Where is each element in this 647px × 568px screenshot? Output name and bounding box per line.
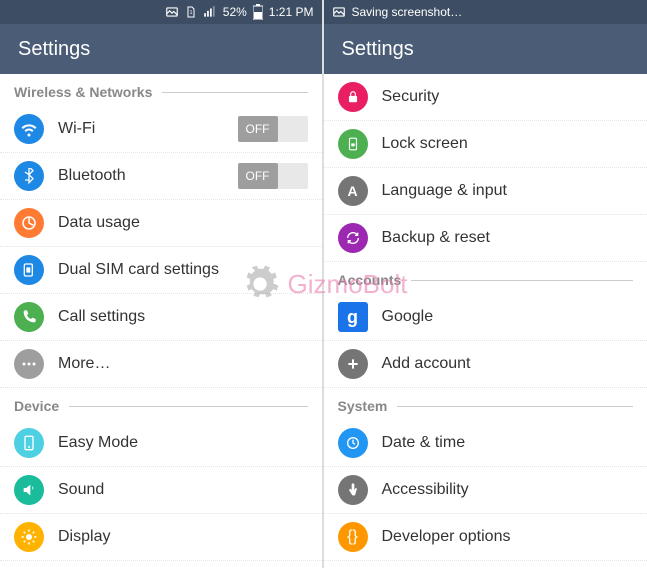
bluetooth-label: Bluetooth — [58, 167, 224, 185]
wifi-toggle[interactable]: OFF — [238, 116, 308, 142]
section-wireless-networks: Wireless & Networks — [0, 74, 322, 106]
row-add-account[interactable]: Add account — [324, 341, 647, 388]
easy-mode-icon — [14, 428, 44, 458]
row-bluetooth[interactable]: Bluetooth OFF — [0, 153, 322, 200]
hand-icon — [338, 475, 368, 505]
wifi-icon — [14, 114, 44, 144]
saving-text: Saving screenshot… — [352, 5, 463, 19]
row-sound[interactable]: Sound — [0, 467, 322, 514]
accessibility-label: Accessibility — [382, 481, 634, 499]
row-easy-mode[interactable]: Easy Mode — [0, 420, 322, 467]
signal-icon — [203, 5, 217, 19]
row-lock-screen[interactable]: Lock screen — [324, 121, 647, 168]
display-icon — [14, 522, 44, 552]
sound-icon — [14, 475, 44, 505]
battery-icon — [253, 4, 263, 20]
security-label: Security — [382, 88, 634, 106]
row-language[interactable]: A Language & input — [324, 168, 647, 215]
row-about[interactable]: About — [324, 561, 647, 568]
settings-screen-left: 1 52% 1:21 PM Settings Wireless & Networ… — [0, 0, 324, 568]
row-call-settings[interactable]: Call settings — [0, 294, 322, 341]
data-usage-icon — [14, 208, 44, 238]
status-bar: 1 52% 1:21 PM — [0, 0, 322, 24]
developer-label: Developer options — [382, 528, 634, 546]
page-title: Settings — [18, 38, 90, 61]
row-storage[interactable]: Storage — [0, 561, 322, 568]
gallery-icon — [332, 5, 346, 19]
plus-icon — [338, 349, 368, 379]
row-data-usage[interactable]: Data usage — [0, 200, 322, 247]
call-label: Call settings — [58, 308, 308, 326]
google-icon: g — [338, 302, 368, 332]
phone-icon — [14, 302, 44, 332]
title-bar: Settings — [324, 24, 647, 74]
more-icon — [14, 349, 44, 379]
status-bar: Saving screenshot… — [324, 0, 647, 24]
row-wifi[interactable]: Wi-Fi OFF — [0, 106, 322, 153]
row-more[interactable]: More… — [0, 341, 322, 388]
section-system: System — [324, 388, 647, 420]
backup-icon — [338, 223, 368, 253]
section-accounts: Accounts — [324, 262, 647, 294]
developer-icon: {} — [338, 522, 368, 552]
svg-text:1: 1 — [189, 10, 192, 16]
dual-sim-label: Dual SIM card settings — [58, 261, 308, 279]
google-label: Google — [382, 308, 634, 326]
row-developer[interactable]: {} Developer options — [324, 514, 647, 561]
settings-screen-right: Saving screenshot… Settings Security Loc… — [324, 0, 647, 568]
settings-list[interactable]: Wireless & Networks Wi-Fi OFF Bluetooth … — [0, 74, 322, 568]
language-icon: A — [338, 176, 368, 206]
lock-icon — [338, 82, 368, 112]
dual-sim-icon — [14, 255, 44, 285]
backup-label: Backup & reset — [382, 229, 634, 247]
row-dual-sim[interactable]: Dual SIM card settings — [0, 247, 322, 294]
page-title: Settings — [342, 38, 414, 61]
row-security[interactable]: Security — [324, 74, 647, 121]
title-bar: Settings — [0, 24, 322, 74]
lock-screen-label: Lock screen — [382, 135, 634, 153]
section-device: Device — [0, 388, 322, 420]
sound-label: Sound — [58, 481, 308, 499]
row-accessibility[interactable]: Accessibility — [324, 467, 647, 514]
row-backup[interactable]: Backup & reset — [324, 215, 647, 262]
easy-mode-label: Easy Mode — [58, 434, 308, 452]
more-label: More… — [58, 355, 308, 373]
add-account-label: Add account — [382, 355, 634, 373]
row-google[interactable]: g Google — [324, 294, 647, 341]
clock-text: 1:21 PM — [269, 5, 314, 19]
data-usage-label: Data usage — [58, 214, 308, 232]
bluetooth-icon — [14, 161, 44, 191]
battery-percent: 52% — [223, 5, 247, 19]
row-date-time[interactable]: Date & time — [324, 420, 647, 467]
sim-icon: 1 — [185, 5, 197, 19]
date-time-label: Date & time — [382, 434, 634, 452]
clock-icon — [338, 428, 368, 458]
wifi-label: Wi-Fi — [58, 120, 224, 138]
lock-screen-icon — [338, 129, 368, 159]
display-label: Display — [58, 528, 308, 546]
row-display[interactable]: Display — [0, 514, 322, 561]
settings-list[interactable]: Security Lock screen A Language & input … — [324, 74, 647, 568]
language-label: Language & input — [382, 182, 634, 200]
gallery-icon — [165, 5, 179, 19]
bluetooth-toggle[interactable]: OFF — [238, 163, 308, 189]
